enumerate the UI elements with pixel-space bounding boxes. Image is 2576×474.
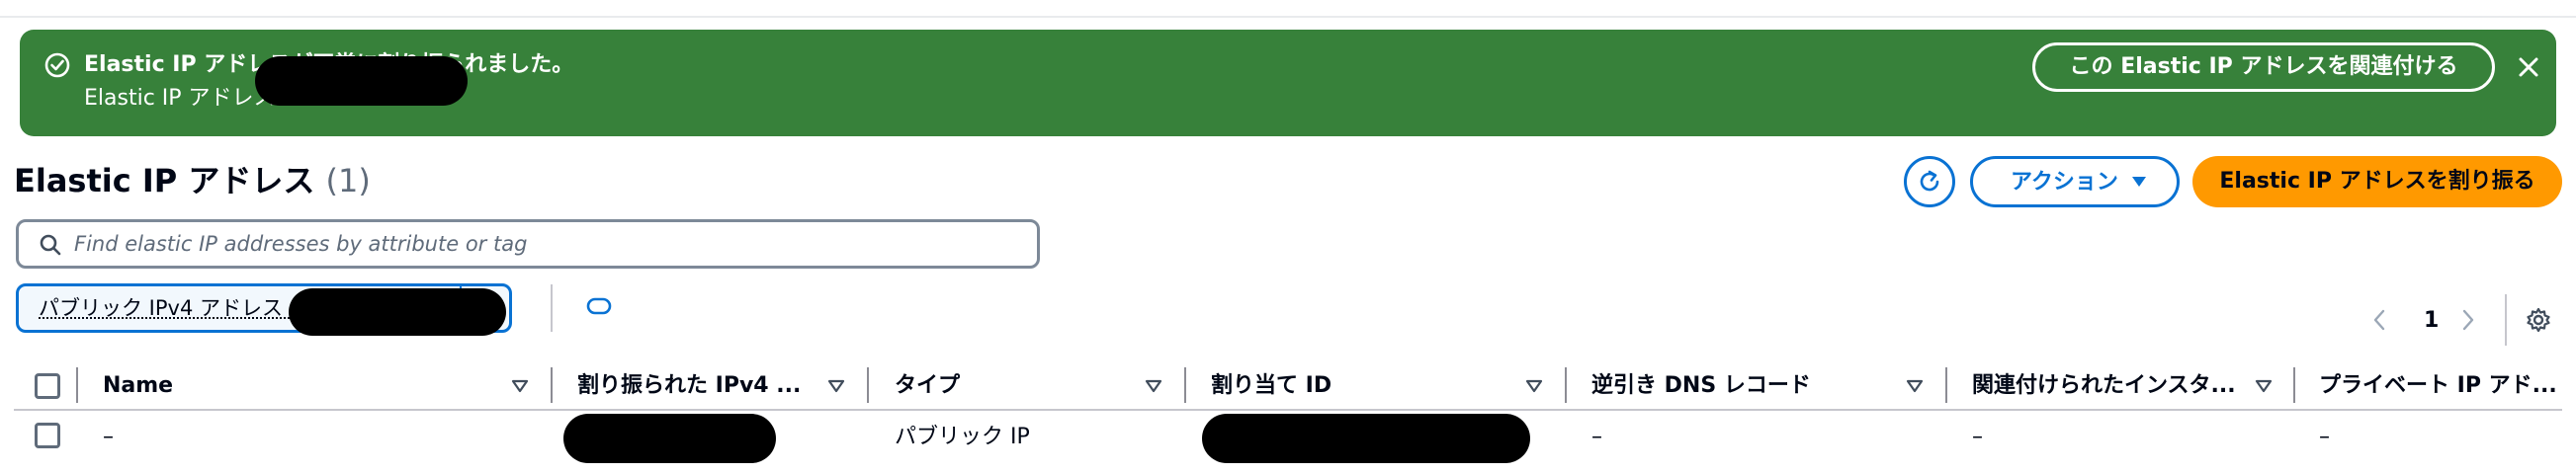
filter-divider [551,284,553,332]
success-check-icon [44,52,70,78]
chevron-left-icon[interactable] [2372,308,2386,332]
sort-icon[interactable] [1145,379,1162,393]
cell-reverse-dns: – [1591,425,1602,449]
refresh-button[interactable] [1904,156,1955,207]
sort-icon[interactable] [827,379,845,393]
search-input[interactable] [74,226,1023,262]
column-separator [76,367,78,403]
allocate-ip-button[interactable]: Elastic IP アドレスを割り振る [2192,156,2562,207]
gear-icon[interactable] [2525,306,2552,334]
search-icon [40,234,61,256]
actions-dropdown-button[interactable]: アクション [1970,156,2180,207]
column-separator [1184,367,1186,403]
cell-private-ip: – [2319,425,2330,449]
column-header-name[interactable]: Name [103,369,173,403]
item-count: (1) [325,162,371,199]
sort-icon[interactable] [511,379,529,393]
cell-associated-instance: – [1972,425,1983,449]
pagination-divider [2505,294,2507,346]
column-header-associated-instance[interactable]: 関連付けられたインスタ... [1972,369,2236,403]
chevron-right-icon[interactable] [2461,308,2475,332]
redacted-ip-address [255,56,468,106]
column-separator [867,367,869,403]
actions-label: アクション [2011,170,2118,195]
redacted-allocation-id [1202,414,1530,463]
sort-icon[interactable] [1525,379,1543,393]
redacted-ipv4-address [563,414,776,463]
caret-down-icon [2132,177,2146,187]
close-icon[interactable] [2513,51,2544,83]
select-all-checkbox[interactable] [35,373,60,399]
top-divider [0,16,2576,18]
current-page-number[interactable]: 1 [2424,307,2439,335]
column-separator [1945,367,1947,403]
column-separator [2293,367,2295,403]
page-title-text: Elastic IP アドレス [14,162,315,199]
refresh-icon [1920,170,1939,192]
column-header-allocated-ipv4[interactable]: 割り振られた IPv4 ... [577,369,801,403]
flash-subtitle: Elastic IP アドレス [84,86,276,111]
page-title: Elastic IP アドレス (1) [14,161,371,200]
column-header-allocation-id[interactable]: 割り当て ID [1211,369,1331,403]
column-separator [1565,367,1567,403]
associate-ip-button[interactable]: この Elastic IP アドレスを関連付ける [2032,42,2495,92]
table-header-divider [14,409,2562,411]
cell-type: パブリック IP [895,425,1030,449]
search-box [16,219,1040,269]
sort-icon[interactable] [2255,379,2273,393]
column-separator [551,367,553,403]
column-header-type[interactable]: タイプ [895,369,960,403]
cell-name: – [103,425,114,449]
row-checkbox[interactable] [35,423,60,448]
redacted-filter-value [289,288,506,336]
filter-token-label: パブリック IPv4 アドレス : [39,296,297,320]
sort-icon[interactable] [1906,379,1924,393]
column-header-reverse-dns[interactable]: 逆引き DNS レコード [1591,369,1811,403]
column-header-private-ip[interactable]: プライベート IP アド... [2319,369,2557,403]
clear-filters-icon[interactable] [586,295,612,317]
